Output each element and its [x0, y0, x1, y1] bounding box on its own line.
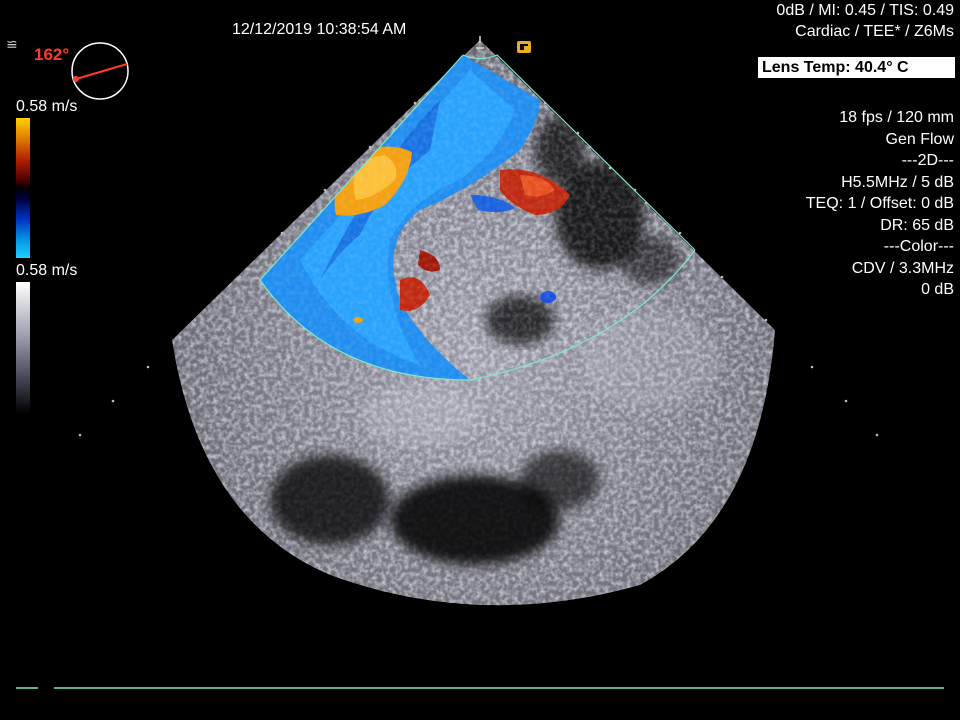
- param-dynamic-range: DR: 65 dB: [880, 216, 954, 234]
- param-color-mode-freq: CDV / 3.3MHz: [851, 259, 954, 277]
- param-fps-depth: 18 fps / 120 mm: [839, 109, 954, 126]
- preset-name: Cardiac / TEE* / Z6Ms: [795, 23, 954, 40]
- orientation-marker-icon: [517, 41, 531, 53]
- probe-angle-indicator: [71, 42, 129, 100]
- param-2d-header: ---2D---: [901, 152, 954, 169]
- lens-temp-badge: Lens Temp: 40.4° C: [758, 57, 955, 78]
- color-scale-label: 0.58 m/s: [16, 98, 78, 115]
- color-velocity-bar: [16, 118, 30, 258]
- acoustic-output: 0dB / MI: 0.45 / TIS: 0.49: [776, 2, 954, 19]
- probe-angle-label: 162°: [34, 45, 70, 64]
- param-color-gain: 0 dB: [921, 281, 954, 298]
- gray-scale-bar: [16, 282, 30, 414]
- param-flow-mode: Gen Flow: [885, 130, 954, 148]
- imaging-parameters: 18 fps / 120 mm Gen Flow ---2D--- H5.5MH…: [806, 107, 954, 301]
- gray-scale-label: 0.58 m/s: [16, 262, 78, 279]
- param-2d-freq-gain: H5.5MHz / 5 dB: [841, 173, 954, 191]
- param-teq-offset: TEQ: 1 / Offset: 0 dB: [805, 195, 954, 212]
- param-color-header: ---Color---: [883, 238, 954, 255]
- date-time: 12/12/2019 10:38:54 AM: [232, 21, 407, 38]
- menu-lines-icon[interactable]: ≌: [6, 37, 18, 51]
- header-info: 0dB / MI: 0.45 / TIS: 0.49 Cardiac / TEE…: [776, 0, 954, 42]
